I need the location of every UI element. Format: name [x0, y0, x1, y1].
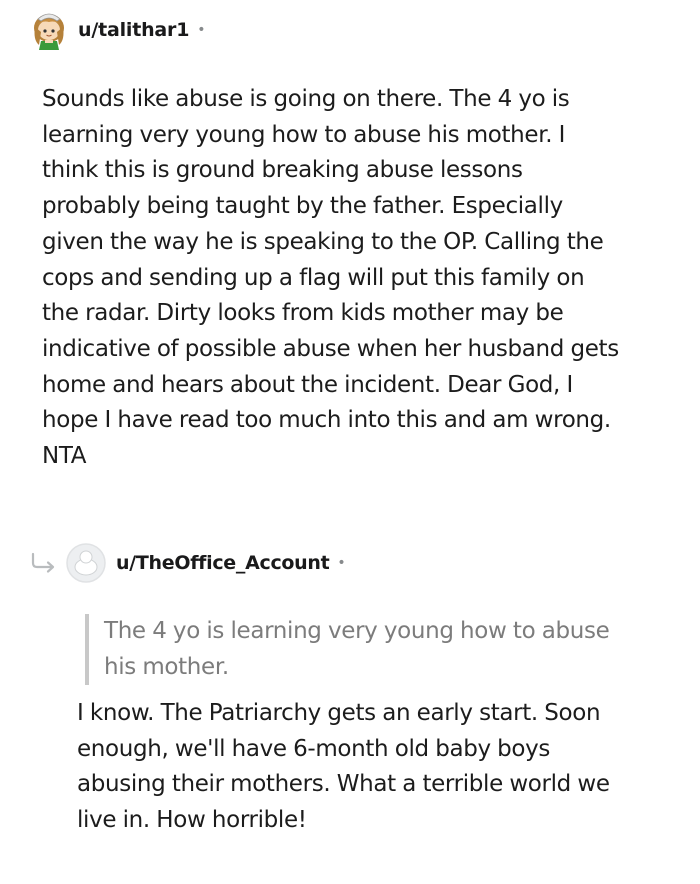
snoo-avatar-icon[interactable] [30, 10, 68, 50]
comment-line: indicative of possible abuse when her hu… [42, 335, 619, 362]
comment-body: Sounds like abuse is going on there. The… [42, 82, 672, 475]
comment-line: cops and sending up a flag will put this… [42, 264, 585, 291]
comment-header: u/talithar1 • [30, 10, 205, 50]
comment-line: given the way he is speaking to the OP. … [42, 228, 604, 255]
meta-separator: • [197, 22, 206, 38]
comment-line: the radar. Dirty looks from kids mother … [42, 300, 564, 327]
comment-line: live in. How horrible! [77, 807, 307, 834]
comment-line: abusing their mothers. What a terrible w… [77, 771, 610, 798]
username[interactable]: u/TheOffice_Account [116, 552, 330, 574]
default-avatar-icon[interactable] [66, 543, 106, 583]
comment-line: probably being taught by the father. Esp… [42, 193, 563, 220]
comment-line: think this is ground breaking abuse less… [42, 157, 523, 184]
comment-line: enough, we'll have 6-month old baby boys [77, 735, 551, 762]
quote-line: his mother. [104, 653, 229, 680]
block-quote: The 4 yo is learning very young how to a… [85, 614, 674, 686]
comment-line: I know. The Patriarchy gets an early sta… [77, 700, 601, 726]
meta-separator: • [337, 555, 346, 571]
comment-line: NTA [42, 443, 87, 470]
quote-line: The 4 yo is learning very young how to a… [104, 618, 610, 644]
comment-line: home and hears about the incident. Dear … [42, 371, 573, 398]
comment-line: hope I have read too much into this and … [42, 407, 611, 434]
reply-arrow-icon [30, 552, 58, 574]
comment-line: learning very young how to abuse his mot… [42, 121, 566, 148]
comment-body: I know. The Patriarchy gets an early sta… [77, 696, 677, 839]
username[interactable]: u/talithar1 [78, 19, 189, 41]
comment-line: Sounds like abuse is going on there. The… [42, 86, 570, 112]
comment-header: u/TheOffice_Account • [66, 542, 346, 584]
